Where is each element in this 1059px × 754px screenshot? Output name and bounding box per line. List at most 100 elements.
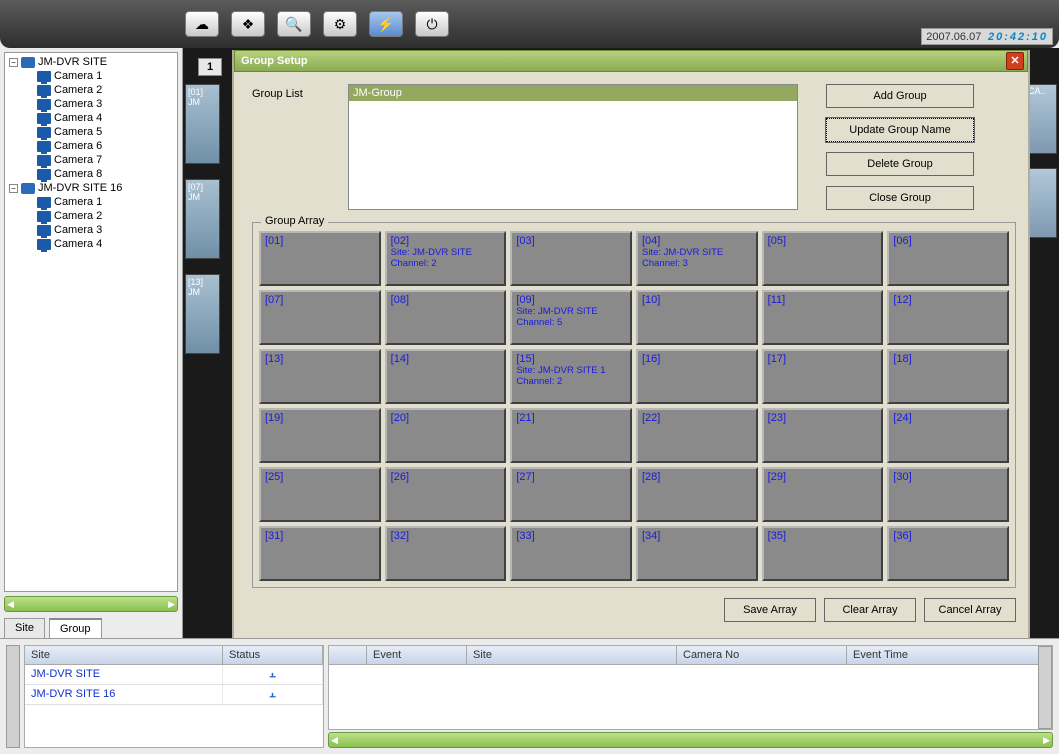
event-hscroll[interactable]: ◀▶ [328,732,1053,748]
toolbar-btn-5[interactable]: ⚡ [369,11,403,37]
top-toolbar: ☁ ❖ 🔍 ⚙ ⚡ ⏻ 2007.06.07 20:42:10 [0,0,1059,48]
update-group-name-button[interactable]: Update Group Name [826,118,974,142]
array-cell[interactable]: [20] [385,408,507,463]
array-cell[interactable]: [24] [887,408,1009,463]
array-cell[interactable]: [29] [762,467,884,522]
col-status[interactable]: Status [223,646,323,664]
clear-array-button[interactable]: Clear Array [824,598,916,622]
cancel-array-button[interactable]: Cancel Array [924,598,1016,622]
array-cell[interactable]: [02]Site: JM-DVR SITEChannel: 2 [385,231,507,286]
col-site[interactable]: Site [467,646,677,664]
layout-tab-1[interactable]: 1 [198,58,222,76]
delete-group-button[interactable]: Delete Group [826,152,974,176]
tree-camera-label: Camera 4 [54,112,102,124]
site-status-table[interactable]: Site Status JM-DVR SITE⫠JM-DVR SITE 16⫠ [24,645,324,748]
array-cell[interactable]: [18] [887,349,1009,404]
site-tree-panel: −JM-DVR SITECamera 1Camera 2Camera 3Came… [0,48,183,638]
tab-site[interactable]: Site [4,618,45,639]
array-cell[interactable]: [27] [510,467,632,522]
array-cell[interactable]: [21] [510,408,632,463]
array-cell[interactable]: [12] [887,290,1009,345]
array-cell[interactable]: [11] [762,290,884,345]
toolbar-btn-1[interactable]: ☁ [185,11,219,37]
array-cell[interactable]: [07] [259,290,381,345]
array-cell[interactable]: [25] [259,467,381,522]
array-cell[interactable]: [35] [762,526,884,581]
tree-camera[interactable]: Camera 5 [37,125,175,139]
video-thumb-right[interactable]: CA.. [1027,84,1057,154]
array-cell[interactable]: [06] [887,231,1009,286]
clock-date: 2007.06.07 [926,31,981,43]
array-cell[interactable]: [32] [385,526,507,581]
array-cell[interactable]: [34] [636,526,758,581]
close-group-button[interactable]: Close Group [826,186,974,210]
tree-toggle-icon[interactable]: − [9,184,18,193]
video-thumb[interactable]: [13] JM [185,274,220,354]
tree-camera-label: Camera 4 [54,238,102,250]
array-cell[interactable]: [16] [636,349,758,404]
add-group-button[interactable]: Add Group [826,84,974,108]
col-site[interactable]: Site [25,646,223,664]
save-array-button[interactable]: Save Array [724,598,816,622]
tree-camera[interactable]: Camera 4 [37,111,175,125]
camera-icon [37,113,51,124]
array-cell[interactable]: [09]Site: JM-DVR SITEChannel: 5 [510,290,632,345]
array-cell[interactable]: [33] [510,526,632,581]
video-thumb-right[interactable] [1027,168,1057,238]
tab-group[interactable]: Group [49,618,102,639]
tree-camera-label: Camera 3 [54,98,102,110]
tree-camera[interactable]: Camera 2 [37,209,175,223]
array-cell[interactable]: [22] [636,408,758,463]
array-cell[interactable]: [19] [259,408,381,463]
toolbar-btn-4[interactable]: ⚙ [323,11,357,37]
tree-camera[interactable]: Camera 1 [37,195,175,209]
group-setup-dialog: Group Setup ✕ Group List JM-Group Add Gr… [232,50,1030,640]
vscroll-events[interactable] [1038,646,1052,729]
vscroll-left[interactable] [6,645,20,748]
event-table[interactable]: Event Site Camera No Event Time [328,645,1053,730]
col-camera-no[interactable]: Camera No [677,646,847,664]
array-cell[interactable]: [03] [510,231,632,286]
array-cell[interactable]: [23] [762,408,884,463]
tree-camera[interactable]: Camera 2 [37,83,175,97]
dialog-titlebar[interactable]: Group Setup ✕ [234,50,1028,72]
array-cell[interactable]: [17] [762,349,884,404]
group-listbox[interactable]: JM-Group [348,84,798,210]
array-cell[interactable]: [26] [385,467,507,522]
array-cell[interactable]: [04]Site: JM-DVR SITEChannel: 3 [636,231,758,286]
tree-camera[interactable]: Camera 3 [37,223,175,237]
tree-toggle-icon[interactable]: − [9,58,18,67]
tree-camera[interactable]: Camera 1 [37,69,175,83]
toolbar-btn-2[interactable]: ❖ [231,11,265,37]
array-cell[interactable]: [13] [259,349,381,404]
tree-camera[interactable]: Camera 3 [37,97,175,111]
tree-site[interactable]: −JM-DVR SITE [9,55,175,69]
tree-camera[interactable]: Camera 4 [37,237,175,251]
array-cell[interactable]: [28] [636,467,758,522]
video-thumb[interactable]: [07] JM [185,179,220,259]
tree-camera[interactable]: Camera 8 [37,167,175,181]
site-tree[interactable]: −JM-DVR SITECamera 1Camera 2Camera 3Came… [4,52,178,592]
close-icon[interactable]: ✕ [1006,52,1024,70]
tree-camera[interactable]: Camera 6 [37,139,175,153]
array-cell[interactable]: [31] [259,526,381,581]
col-event-time[interactable]: Event Time [847,646,1052,664]
tree-site[interactable]: −JM-DVR SITE 16 [9,181,175,195]
array-cell[interactable]: [15]Site: JM-DVR SITE 1Channel: 2 [510,349,632,404]
tree-camera[interactable]: Camera 7 [37,153,175,167]
toolbar-btn-3[interactable]: 🔍 [277,11,311,37]
array-cell[interactable]: [05] [762,231,884,286]
status-row[interactable]: JM-DVR SITE 16⫠ [25,685,323,705]
array-cell[interactable]: [01] [259,231,381,286]
array-cell[interactable]: [36] [887,526,1009,581]
power-button[interactable]: ⏻ [415,11,449,37]
array-cell[interactable]: [14] [385,349,507,404]
tree-hscroll[interactable]: ◀▶ [4,596,178,612]
video-thumb[interactable]: [01] JM [185,84,220,164]
col-event[interactable]: Event [367,646,467,664]
array-cell[interactable]: [10] [636,290,758,345]
array-cell[interactable]: [08] [385,290,507,345]
array-cell[interactable]: [30] [887,467,1009,522]
status-row[interactable]: JM-DVR SITE⫠ [25,665,323,685]
group-list-item[interactable]: JM-Group [349,85,797,101]
